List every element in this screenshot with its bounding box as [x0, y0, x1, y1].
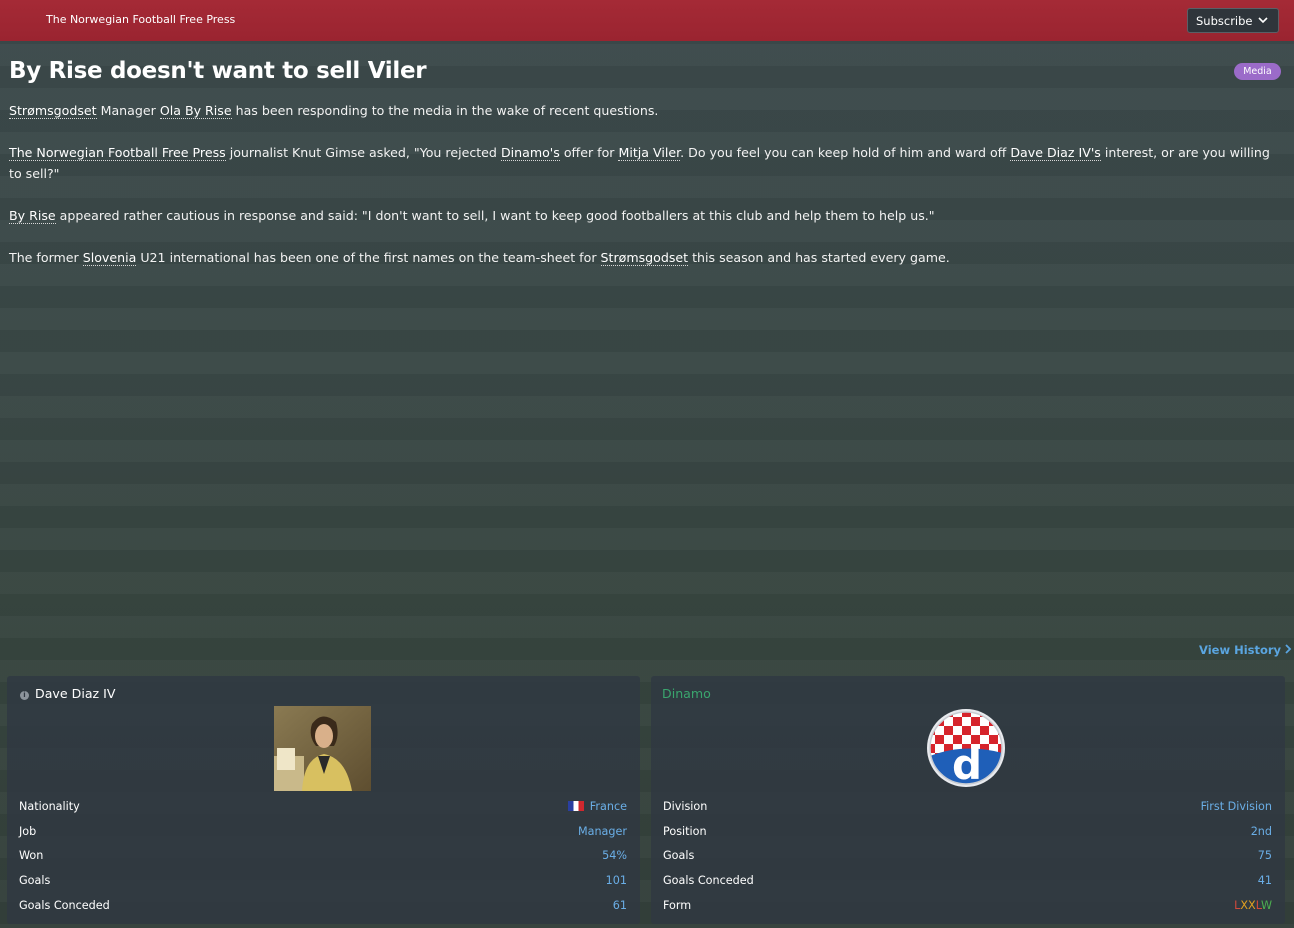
detail-label: Nationality — [19, 800, 80, 813]
detail-row: Nationality France — [19, 800, 627, 825]
club-details: Division First Division Position 2nd Goa… — [663, 800, 1272, 923]
player-link[interactable]: Mitja Viler — [618, 145, 681, 161]
view-history-link[interactable]: View History — [1199, 643, 1292, 657]
detail-row: Goals 75 — [663, 849, 1272, 874]
manager-photo-image — [274, 706, 371, 791]
form-value: LXXLW — [1234, 899, 1272, 912]
detail-label: Job — [19, 824, 37, 838]
manager-panel: i Dave Diaz IV Nationality France Job Ma… — [7, 676, 640, 924]
detail-label: Form — [663, 898, 692, 912]
publication-header: The Norwegian Football Free Press Subscr… — [0, 0, 1294, 41]
article-text: journalist Knut Gimse asked, "You reject… — [225, 145, 501, 160]
crest-check — [971, 717, 980, 726]
form-result: W — [1260, 898, 1272, 912]
detail-value: Manager — [577, 824, 627, 838]
manager-name[interactable]: i Dave Diaz IV — [20, 686, 115, 701]
info-icon[interactable]: i — [20, 691, 29, 700]
article-text: appeared rather cautious in response and… — [55, 208, 935, 223]
form-result: X — [1240, 898, 1249, 912]
manager-photo — [274, 706, 371, 791]
subscribe-label: Subscribe — [1196, 13, 1253, 28]
svg-text:d: d — [952, 740, 982, 788]
france-flag-icon — [567, 801, 584, 811]
manager-name-label: Dave Diaz IV — [35, 686, 116, 701]
crest-check — [962, 726, 971, 735]
detail-label: Position — [663, 824, 707, 838]
club-link[interactable]: Dinamo's — [500, 145, 560, 161]
article-text: has been responding to the media in the … — [231, 103, 659, 118]
crest-check — [998, 712, 1002, 717]
article-paragraph: The Norwegian Football Free Press journa… — [9, 142, 1279, 184]
manager-link[interactable]: By Rise — [9, 208, 56, 224]
detail-value[interactable]: France — [567, 800, 627, 813]
detail-row: Position 2nd — [663, 825, 1272, 850]
club-link[interactable]: Strømsgodset — [600, 250, 689, 266]
crest-check — [953, 717, 962, 726]
detail-value: 75 — [1257, 849, 1272, 863]
media-badge: Media — [1234, 63, 1281, 80]
detail-row: Goals 101 — [19, 874, 627, 899]
publication-title: The Norwegian Football Free Press — [46, 13, 236, 26]
crest-check — [930, 712, 935, 717]
club-link[interactable]: Strømsgodset — [9, 103, 97, 119]
crest-check — [935, 735, 944, 744]
article-paragraph: Strømsgodset Manager Ola By Rise has bee… — [9, 100, 1279, 121]
publication-link[interactable]: The Norwegian Football Free Press — [9, 145, 226, 161]
article-text: The former — [9, 250, 83, 265]
manager-link[interactable]: Dave Diaz IV's — [1010, 145, 1101, 161]
article-text: Manager — [96, 103, 160, 118]
detail-label: Division — [663, 800, 708, 813]
detail-row: Goals Conceded 61 — [19, 899, 627, 924]
detail-label: Goals Conceded — [19, 898, 110, 912]
manager-details: Nationality France Job Manager Won 54% G… — [19, 800, 627, 923]
article-paragraph: By Rise appeared rather cautious in resp… — [9, 205, 1279, 226]
crest-check — [944, 726, 953, 735]
detail-row: Job Manager — [19, 825, 627, 850]
detail-value: 101 — [605, 874, 627, 888]
detail-label: Won — [19, 849, 44, 863]
detail-row: Form LXXLW — [663, 899, 1272, 924]
nationality-value: France — [589, 800, 627, 813]
detail-row: Won 54% — [19, 849, 627, 874]
view-history-label: View History — [1199, 643, 1282, 657]
article-body: Strømsgodset Manager Ola By Rise has bee… — [9, 100, 1279, 289]
article-text: . Do you feel you can keep hold of him a… — [680, 145, 1011, 160]
club-crest-icon: d — [927, 709, 1005, 788]
detail-value: 41 — [1257, 874, 1272, 888]
club-name[interactable]: Dinamo — [662, 686, 711, 701]
article-paragraph: The former Slovenia U21 international ha… — [9, 247, 1279, 268]
chevron-down-icon — [1258, 17, 1268, 24]
crest-check — [980, 726, 989, 735]
club-panel: Dinamo d Division First Division Positio… — [651, 676, 1285, 924]
detail-value[interactable]: First Division — [1201, 800, 1272, 813]
subscribe-button[interactable]: Subscribe — [1187, 8, 1279, 33]
article-headline: By Rise doesn't want to sell Viler — [9, 58, 427, 84]
detail-row: Goals Conceded 41 — [663, 874, 1272, 899]
form-result: X — [1248, 898, 1256, 912]
article-text: U21 international has been one of the fi… — [136, 250, 601, 265]
detail-label: Goals — [19, 874, 51, 888]
detail-row: Division First Division — [663, 800, 1272, 825]
manager-link[interactable]: Ola By Rise — [159, 103, 232, 119]
detail-label: Goals Conceded — [663, 874, 754, 888]
detail-value: 2nd — [1250, 824, 1272, 838]
detail-value: 61 — [612, 898, 627, 912]
nation-link[interactable]: Slovenia — [82, 250, 137, 266]
chevron-right-icon — [1285, 644, 1292, 654]
article-text: this season and has started every game. — [688, 250, 950, 265]
crest-check — [989, 735, 998, 744]
article-text: offer for — [559, 145, 619, 160]
detail-label: Goals — [663, 849, 695, 863]
detail-value: 54% — [602, 849, 627, 863]
